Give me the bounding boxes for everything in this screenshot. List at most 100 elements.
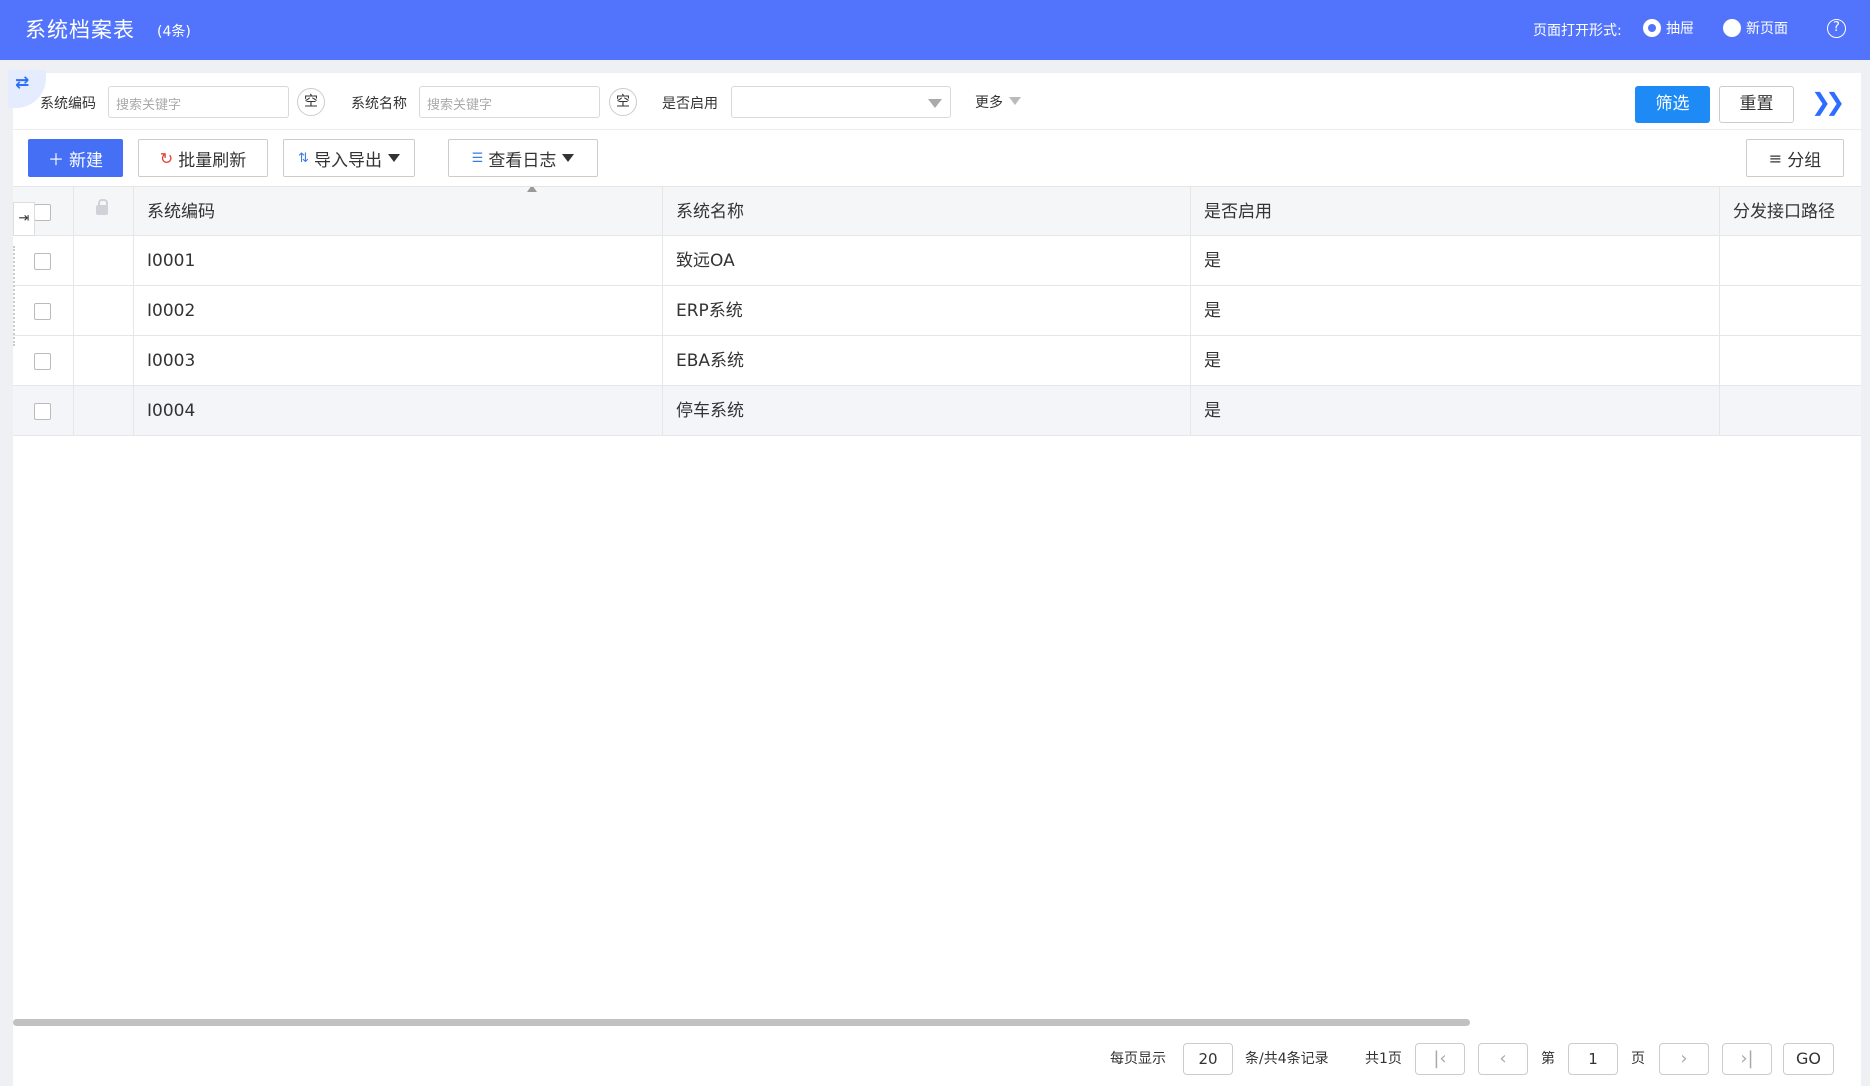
filter-enabled-label: 是否启用 <box>662 96 718 112</box>
table-row[interactable]: I0001 致远OA 是 <box>13 236 1861 286</box>
refresh-icon: ↻ <box>159 148 174 168</box>
divider <box>13 129 1861 130</box>
import-export-button[interactable]: ⇅ 导入导出 <box>283 139 415 177</box>
select-all-checkbox[interactable] <box>34 204 51 221</box>
cell-name: EBA系统 <box>663 336 1191 386</box>
radio-drawer[interactable]: 抽屉 <box>1643 18 1694 38</box>
first-page-icon[interactable]: |‹ <box>1415 1043 1465 1075</box>
next-page-icon[interactable]: › <box>1659 1043 1709 1075</box>
page-prefix-label: 第 <box>1541 1051 1555 1067</box>
top-header-bar: 系统档案表 (4条) 页面打开形式: 抽屉 新页面 ? <box>0 0 1870 60</box>
header-lock-cell <box>74 187 134 237</box>
new-button[interactable]: ＋ 新建 <box>28 139 123 177</box>
chevron-down-icon <box>928 99 942 108</box>
table-header-row: 系统编码 系统名称 是否启用 分发接口路径 <box>13 186 1861 237</box>
column-header-path[interactable]: 分发接口路径 <box>1720 187 1861 237</box>
column-header-name[interactable]: 系统名称 <box>663 187 1191 237</box>
cell-path <box>1720 286 1861 336</box>
cell-name: ERP系统 <box>663 286 1191 336</box>
cell-enabled: 是 <box>1191 236 1720 286</box>
cell-name: 致远OA <box>663 236 1191 286</box>
import-export-icon: ⇅ <box>298 150 309 166</box>
radio-unchecked-icon <box>1723 19 1741 37</box>
plus-icon: ＋ <box>47 150 64 169</box>
row-select-cell <box>13 336 74 386</box>
column-header-enabled[interactable]: 是否启用 <box>1191 187 1720 237</box>
row-lock-cell <box>74 336 134 386</box>
row-lock-cell <box>74 386 134 436</box>
batch-refresh-button[interactable]: ↻ 批量刷新 <box>138 139 268 177</box>
filter-enabled-select[interactable] <box>731 86 951 118</box>
cell-path <box>1720 236 1861 286</box>
row-lock-cell <box>74 286 134 336</box>
radio-new-page[interactable]: 新页面 <box>1723 18 1788 38</box>
cell-code: I0003 <box>134 336 663 386</box>
menu-lines-icon: ≡ <box>1768 148 1783 168</box>
row-select-cell <box>13 286 74 336</box>
row-checkbox[interactable] <box>34 403 51 420</box>
page-number-input[interactable]: 1 <box>1568 1043 1618 1075</box>
filter-code-input[interactable]: 搜索关键字 <box>108 86 289 118</box>
filter-code-label: 系统编码 <box>40 96 96 112</box>
group-label: 分组 <box>1787 150 1822 171</box>
cell-code: I0001 <box>134 236 663 286</box>
record-count: (4条) <box>157 24 191 40</box>
cell-enabled: 是 <box>1191 336 1720 386</box>
column-header-code[interactable]: 系统编码 <box>134 187 663 237</box>
row-checkbox[interactable] <box>34 353 51 370</box>
page-title: 系统档案表 <box>25 18 135 42</box>
row-lock-cell <box>74 236 134 286</box>
cell-code: I0002 <box>134 286 663 336</box>
more-filters-toggle[interactable]: 更多 <box>975 92 1021 112</box>
per-page-label: 每页显示 <box>1110 1051 1166 1067</box>
reset-button[interactable]: 重置 <box>1719 86 1794 123</box>
column-header-code-label: 系统编码 <box>147 202 215 222</box>
records-label: 条/共4条记录 <box>1245 1051 1329 1067</box>
horizontal-scrollbar[interactable] <box>13 1019 1470 1026</box>
table-row[interactable]: I0004 停车系统 是 <box>13 386 1861 436</box>
chevron-down-icon <box>1009 97 1021 105</box>
table-row[interactable]: I0003 EBA系统 是 <box>13 336 1861 386</box>
log-icon: ☰ <box>471 150 484 166</box>
last-page-icon[interactable]: ›| <box>1722 1043 1772 1075</box>
page-suffix-label: 页 <box>1631 1051 1645 1067</box>
row-select-cell <box>13 386 74 436</box>
prev-page-icon[interactable]: ‹ <box>1478 1043 1528 1075</box>
total-pages-label: 共1页 <box>1365 1051 1402 1067</box>
view-log-label: 查看日志 <box>488 150 557 171</box>
row-select-cell <box>13 236 74 286</box>
group-button[interactable]: ≡ 分组 <box>1746 139 1844 177</box>
row-checkbox[interactable] <box>34 303 51 320</box>
lock-icon <box>96 199 108 215</box>
cell-path <box>1720 336 1861 386</box>
resize-handle[interactable] <box>13 246 15 346</box>
filter-code-empty-button[interactable]: 空 <box>297 88 325 116</box>
cell-path <box>1720 386 1861 436</box>
cell-enabled: 是 <box>1191 286 1720 336</box>
radio-new-page-label: 新页面 <box>1746 21 1788 37</box>
help-icon[interactable]: ? <box>1827 19 1846 38</box>
radio-drawer-label: 抽屉 <box>1666 21 1694 37</box>
filter-name-empty-button[interactable]: 空 <box>609 88 637 116</box>
per-page-input[interactable]: 20 <box>1183 1043 1233 1075</box>
row-checkbox[interactable] <box>34 253 51 270</box>
view-log-button[interactable]: ☰ 查看日志 <box>448 139 598 177</box>
expand-double-chevron-icon[interactable]: ❯❯ <box>1811 88 1845 116</box>
filter-name-input[interactable]: 搜索关键字 <box>419 86 600 118</box>
radio-checked-icon <box>1643 19 1661 37</box>
cell-name: 停车系统 <box>663 386 1191 436</box>
more-filters-label: 更多 <box>975 95 1003 111</box>
cell-enabled: 是 <box>1191 386 1720 436</box>
dropdown-arrow-icon <box>562 154 575 162</box>
cell-code: I0004 <box>134 386 663 436</box>
open-mode-label: 页面打开形式: <box>1533 23 1622 39</box>
sort-up-icon[interactable] <box>527 187 537 192</box>
filter-name-label: 系统名称 <box>351 96 407 112</box>
dropdown-arrow-icon <box>387 154 400 162</box>
column-settings-icon[interactable]: ⇥ <box>13 202 35 236</box>
go-button[interactable]: GO <box>1783 1043 1834 1075</box>
table-row[interactable]: I0002 ERP系统 是 <box>13 286 1861 336</box>
filter-button[interactable]: 筛选 <box>1635 86 1710 123</box>
import-export-label: 导入导出 <box>313 150 382 171</box>
new-button-label: 新建 <box>69 150 103 171</box>
